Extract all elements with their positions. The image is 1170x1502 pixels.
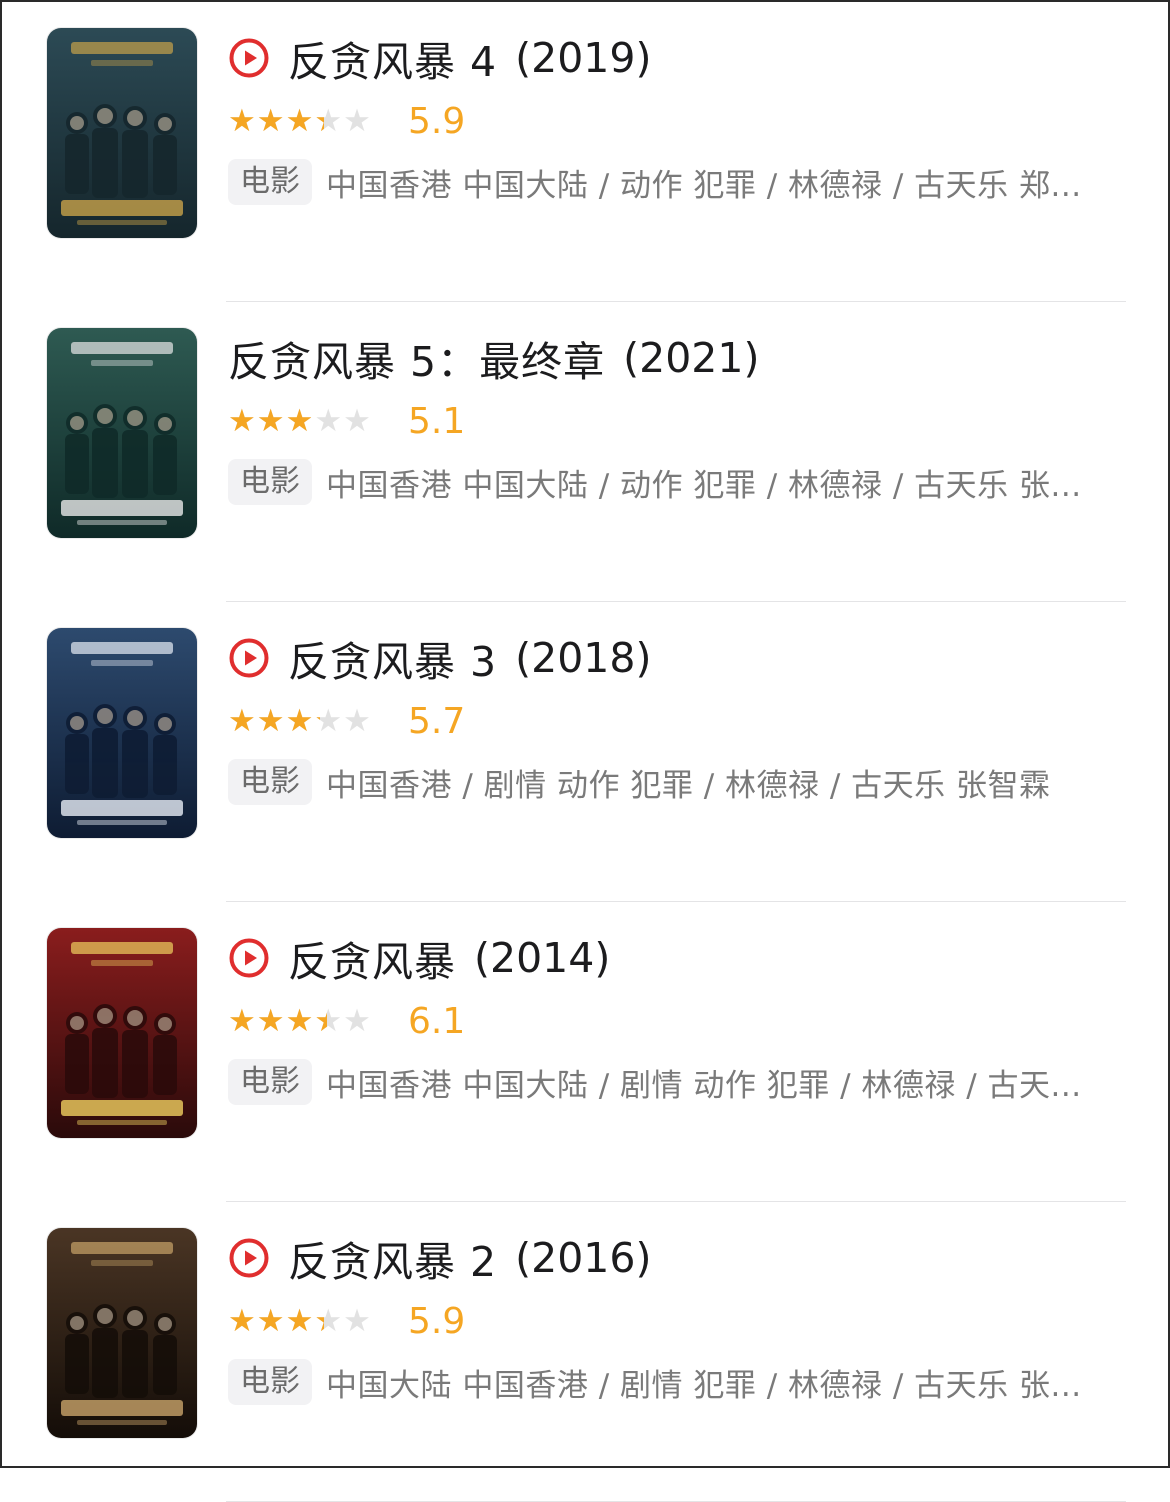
star-rating: ★★★★★ ★★★★★ — [228, 705, 390, 737]
movie-result-list: 反贪风暴 4 (2019) ★★★★★ ★★★★★ 5.9 电影 中国香港 中国… — [2, 2, 1170, 1502]
movie-poster[interactable] — [47, 628, 197, 838]
star-icons-filled: ★★★★★ — [228, 1305, 324, 1337]
play-circle-icon[interactable] — [228, 937, 270, 979]
movie-year: (2021) — [623, 334, 760, 382]
movie-year: (2014) — [474, 934, 611, 982]
poster-artwork — [47, 628, 197, 838]
movie-meta-info: 中国大陆 中国香港 / 剧情 犯罪 / 林德禄 / 古天乐 张... — [326, 1367, 1082, 1404]
type-badge: 电影 — [228, 1359, 312, 1405]
movie-title[interactable]: 反贪风暴 4 — [288, 28, 497, 88]
rating-score: 5.9 — [408, 1300, 466, 1342]
movie-title[interactable]: 反贪风暴 — [288, 928, 456, 988]
star-rating: ★★★★★ ★★★★★ — [228, 1305, 390, 1337]
star-rating: ★★★★★ ★★★★★ — [228, 105, 390, 137]
rating-row: ★★★★★ ★★★★★ 5.7 — [228, 696, 465, 746]
movie-meta-info: 中国香港 中国大陆 / 动作 犯罪 / 林德禄 / 古天乐 张... — [326, 467, 1082, 504]
movie-year: (2019) — [515, 34, 652, 82]
movie-poster[interactable] — [47, 328, 197, 538]
title-row[interactable]: 反贪风暴 2 (2016) — [228, 1226, 651, 1290]
movie-poster[interactable] — [47, 28, 197, 238]
meta-row: 电影 中国香港 / 剧情 动作 犯罪 / 林德禄 / 古天乐 张智霖 — [228, 758, 1120, 806]
type-badge: 电影 — [228, 159, 312, 205]
meta-row: 电影 中国香港 中国大陆 / 动作 犯罪 / 林德禄 / 古天乐 张... — [228, 458, 1120, 506]
rating-row: ★★★★★ ★★★★★ 5.9 — [228, 1296, 465, 1346]
play-circle-icon[interactable] — [228, 37, 270, 79]
rating-row: ★★★★★ ★★★★★ 5.1 — [228, 396, 465, 446]
star-icons-filled: ★★★★★ — [228, 705, 320, 737]
movie-meta-info: 中国香港 中国大陆 / 剧情 动作 犯罪 / 林德禄 / 古天... — [326, 1067, 1082, 1104]
meta-row: 电影 中国香港 中国大陆 / 动作 犯罪 / 林德禄 / 古天乐 郑... — [228, 158, 1120, 206]
meta-row: 电影 中国香港 中国大陆 / 剧情 动作 犯罪 / 林德禄 / 古天... — [228, 1058, 1120, 1106]
poster-artwork — [47, 328, 197, 538]
movie-meta-info: 中国香港 中国大陆 / 动作 犯罪 / 林德禄 / 古天乐 郑... — [326, 167, 1082, 204]
title-row[interactable]: 反贪风暴 (2014) — [228, 926, 610, 990]
movie-list-item[interactable]: 反贪风暴 4 (2019) ★★★★★ ★★★★★ 5.9 电影 中国香港 中国… — [2, 2, 1170, 302]
movie-year: (2016) — [515, 1234, 652, 1282]
movie-title[interactable]: 反贪风暴 2 — [288, 1228, 497, 1288]
rating-score: 5.1 — [408, 400, 466, 442]
star-icons-filled: ★★★★★ — [228, 405, 311, 437]
rating-row: ★★★★★ ★★★★★ 6.1 — [228, 996, 465, 1046]
rating-score: 6.1 — [408, 1000, 466, 1042]
movie-list-item[interactable]: 反贪风暴 2 (2016) ★★★★★ ★★★★★ 5.9 电影 中国大陆 中国… — [2, 1202, 1170, 1502]
movie-list-item[interactable]: 反贪风暴 3 (2018) ★★★★★ ★★★★★ 5.7 电影 中国香港 / … — [2, 602, 1170, 902]
rating-score: 5.9 — [408, 100, 466, 142]
title-row[interactable]: 反贪风暴 3 (2018) — [228, 626, 651, 690]
movie-poster[interactable] — [47, 1228, 197, 1438]
rating-row: ★★★★★ ★★★★★ 5.9 — [228, 96, 465, 146]
meta-row: 电影 中国大陆 中国香港 / 剧情 犯罪 / 林德禄 / 古天乐 张... — [228, 1358, 1120, 1406]
type-badge: 电影 — [228, 1059, 312, 1105]
movie-title[interactable]: 反贪风暴 3 — [288, 628, 497, 688]
poster-artwork — [47, 28, 197, 238]
movie-poster[interactable] — [47, 928, 197, 1138]
movie-title[interactable]: 反贪风暴 5：最终章 — [228, 328, 605, 388]
type-badge: 电影 — [228, 459, 312, 505]
type-badge: 电影 — [228, 759, 312, 805]
movie-list-item[interactable]: 反贪风暴 5：最终章 (2021) ★★★★★ ★★★★★ 5.1 电影 中国香… — [2, 302, 1170, 602]
movie-list-item[interactable]: 反贪风暴 (2014) ★★★★★ ★★★★★ 6.1 电影 中国香港 中国大陆… — [2, 902, 1170, 1202]
star-rating: ★★★★★ ★★★★★ — [228, 1005, 390, 1037]
movie-year: (2018) — [515, 634, 652, 682]
poster-artwork — [47, 1228, 197, 1438]
title-row[interactable]: 反贪风暴 4 (2019) — [228, 26, 651, 90]
rating-score: 5.7 — [408, 700, 466, 742]
star-icons-filled: ★★★★★ — [228, 105, 324, 137]
play-circle-icon[interactable] — [228, 1237, 270, 1279]
movie-meta-info: 中国香港 / 剧情 动作 犯罪 / 林德禄 / 古天乐 张智霖 — [326, 767, 1051, 804]
title-row[interactable]: 反贪风暴 5：最终章 (2021) — [228, 326, 759, 390]
star-icons-filled: ★★★★★ — [228, 1005, 327, 1037]
play-circle-icon[interactable] — [228, 637, 270, 679]
star-rating: ★★★★★ ★★★★★ — [228, 405, 390, 437]
poster-artwork — [47, 928, 197, 1138]
